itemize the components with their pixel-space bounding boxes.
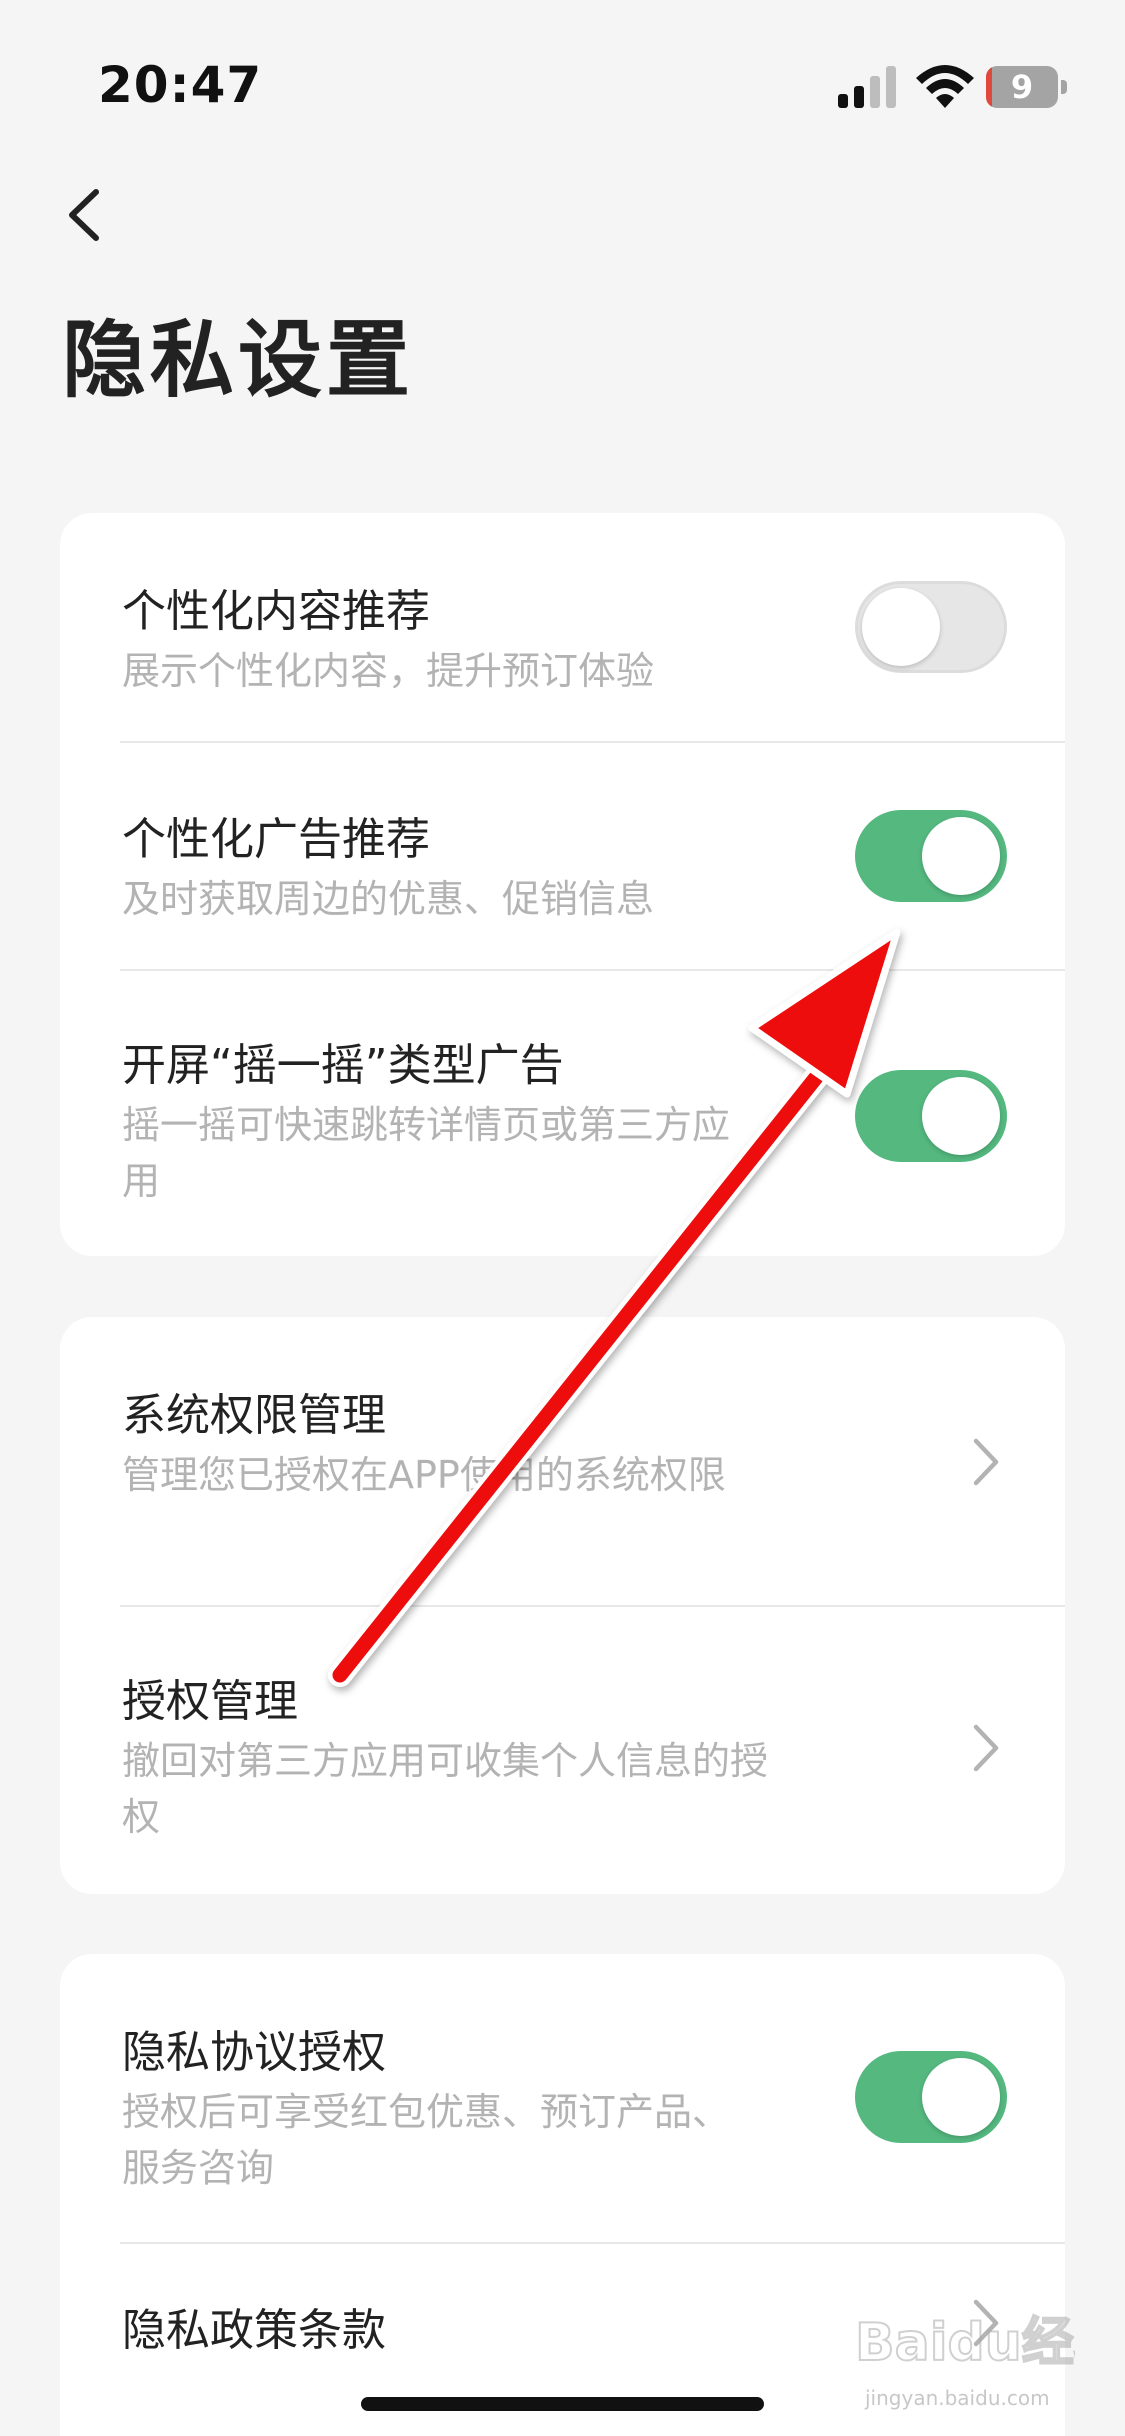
toggle-knob: [922, 817, 1000, 895]
setting-row-system-permissions[interactable]: 系统权限管理 管理您已授权在APP使用的系统权限: [60, 1317, 1065, 1605]
battery-body: 9: [986, 66, 1058, 108]
setting-row-personalized-ads: 个性化广告推荐 及时获取周边的优惠、促销信息: [60, 743, 1065, 969]
setting-row-shake-ads: 开屏“摇一摇”类型广告 摇一摇可快速跳转详情页或第三方应用: [60, 971, 1065, 1256]
personalization-card: 个性化内容推荐 展示个性化内容，提升预订体验 个性化广告推荐 及时获取周边的优惠…: [60, 513, 1065, 1256]
setting-title: 系统权限管理: [122, 1390, 386, 1441]
setting-row-privacy-agreement: 隐私协议授权 授权后可享受红包优惠、预订产品、服务咨询: [60, 1954, 1065, 2242]
setting-title: 隐私政策条款: [122, 2305, 386, 2356]
setting-title: 个性化广告推荐: [122, 814, 430, 865]
setting-title: 授权管理: [122, 1676, 298, 1727]
setting-row-authorization-management[interactable]: 授权管理 撤回对第三方应用可收集个人信息的授权: [60, 1607, 1065, 1894]
wifi-icon: [916, 65, 974, 108]
status-bar: 20:47 9: [0, 0, 1125, 150]
toggle-knob: [922, 2058, 1000, 2136]
toggle-knob: [862, 588, 940, 666]
back-button[interactable]: [52, 180, 122, 250]
privacy-agreement-toggle[interactable]: [855, 2051, 1007, 2143]
setting-description: 及时获取周边的优惠、促销信息: [122, 877, 655, 921]
home-indicator[interactable]: [361, 2397, 764, 2411]
toggle-knob: [922, 1077, 1000, 1155]
setting-description: 管理您已授权在APP使用的系统权限: [122, 1453, 726, 1497]
watermark-url: jingyan.baidu.com: [865, 2386, 1050, 2410]
status-time: 20:47: [98, 56, 263, 114]
setting-title: 个性化内容推荐: [122, 586, 430, 637]
personalized-content-toggle[interactable]: [855, 581, 1007, 673]
setting-description: 授权后可享受红包优惠、预订产品、服务咨询: [122, 2090, 731, 2190]
baidu-logo-text: Baidu经验: [855, 2313, 1075, 2373]
baidu-paw-logo-icon: Baidu经验: [854, 2312, 1125, 2374]
setting-description: 撤回对第三方应用可收集个人信息的授权: [122, 1739, 769, 1839]
setting-description: 摇一摇可快速跳转详情页或第三方应用: [122, 1103, 731, 1203]
chevron-right-icon: [973, 1438, 999, 1486]
page-title: 隐私设置: [62, 311, 415, 409]
battery-level-text: 9: [1010, 68, 1034, 106]
personalized-ads-toggle[interactable]: [855, 810, 1007, 902]
setting-title: 隐私协议授权: [122, 2027, 386, 2078]
shake-ads-toggle[interactable]: [855, 1070, 1007, 1162]
chevron-right-icon: [973, 1724, 999, 1772]
privacy-settings-screen: 20:47 9 隐私设置 个性化内容推荐 展示个性化内容，提升预订体验 个性化广…: [0, 0, 1125, 2436]
setting-row-personalized-content: 个性化内容推荐 展示个性化内容，提升预订体验: [60, 513, 1065, 741]
baidu-watermark: Baidu经验 jingyan.baidu.com: [854, 2290, 1125, 2410]
chevron-left-icon: [69, 189, 99, 241]
setting-title: 开屏“摇一摇”类型广告: [122, 1040, 564, 1091]
setting-description: 展示个性化内容，提升预订体验: [122, 649, 655, 693]
permissions-card: 系统权限管理 管理您已授权在APP使用的系统权限 授权管理 撤回对第三方应用可收…: [60, 1317, 1065, 1894]
signal-icon: [838, 66, 896, 108]
battery-tip: [1061, 80, 1067, 94]
battery-icon: 9: [986, 66, 1067, 108]
